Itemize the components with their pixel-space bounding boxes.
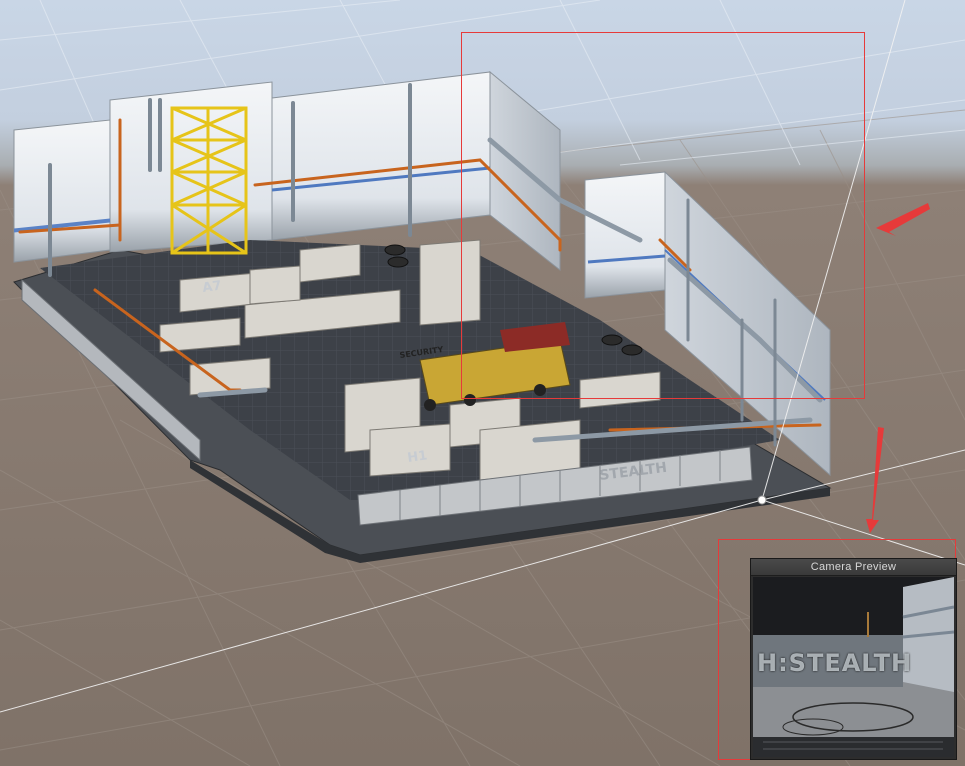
preview-stealth-sign: H:STEALTH [757,649,913,677]
annotation-box-scene [461,32,865,399]
camera-preview-title: Camera Preview [751,559,956,576]
scene-viewport[interactable]: A7 H1 SECURITY STEALTH Camera Preview H:… [0,0,965,766]
camera-gizmo-icon[interactable] [757,495,767,505]
floor-label-h1: H1 [406,448,428,466]
camera-preview-window[interactable]: Camera Preview H:STEALTH [750,558,957,760]
red-arrow-icon-down [866,427,884,533]
floor-label-a7: A7 [201,278,222,296]
red-arrow-icon [876,203,930,236]
camera-preview-render: H:STEALTH [753,577,954,757]
